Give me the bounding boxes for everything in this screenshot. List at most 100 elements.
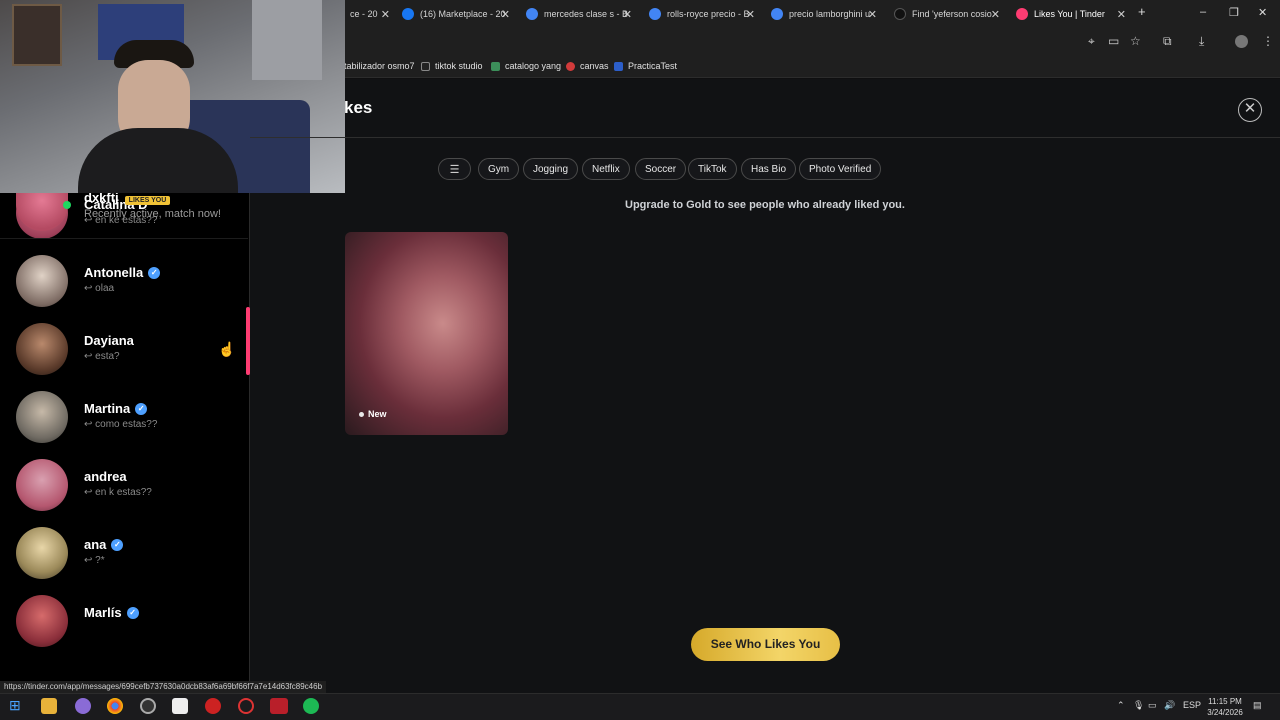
divider xyxy=(250,137,1280,138)
maximize-button[interactable]: ❐ xyxy=(1229,6,1239,19)
close-tab-icon[interactable]: ✕ xyxy=(501,8,510,21)
filter-chip-gym[interactable]: Gym xyxy=(478,158,520,180)
browser-tab[interactable]: (16) Marketplace - 20 ✕ xyxy=(402,4,510,24)
location-icon[interactable]: ⌖ xyxy=(1088,34,1095,49)
tab-label: (16) Marketplace - 20 xyxy=(420,9,506,19)
bookmark-item[interactable]: canvas xyxy=(566,61,609,71)
windows-start-icon[interactable]: ⊞ xyxy=(9,697,25,713)
scrollbar-thumb[interactable] xyxy=(246,307,250,375)
status-url: https://tinder.com/app/messages/699cefb7… xyxy=(0,681,327,693)
tab-label: rolls-royce precio - B xyxy=(667,9,750,19)
filter-chip-netflix[interactable]: Netflix xyxy=(582,158,630,180)
message-item[interactable]: Dayiana ↩ esta? xyxy=(0,315,248,383)
app-icon[interactable] xyxy=(205,698,221,714)
message-name: Marlís ✓ xyxy=(84,605,139,620)
clock-time: 11:15 PM xyxy=(1208,697,1242,706)
filter-chip-jogging[interactable]: Jogging xyxy=(523,158,579,180)
microphone-icon[interactable]: 🎙 xyxy=(1133,700,1144,711)
cast-icon[interactable]: ▭ xyxy=(1108,34,1119,48)
see-who-likes-you-button[interactable]: See Who Likes You xyxy=(691,628,840,661)
taskbar xyxy=(0,693,1280,720)
tab-label: mercedes clase s - B xyxy=(544,9,629,19)
sliders-icon: ☰ xyxy=(449,163,460,176)
close-tab-icon[interactable]: ✕ xyxy=(991,8,1000,21)
message-name: Antonella ✓ xyxy=(84,265,161,280)
bookmark-label: tabilizador osmo7 xyxy=(344,61,415,71)
filter-settings-button[interactable]: ☰ xyxy=(438,158,471,180)
close-tab-icon[interactable]: ✕ xyxy=(623,8,632,21)
opera-icon[interactable] xyxy=(238,698,254,714)
verified-icon: ✓ xyxy=(111,538,124,551)
google-icon xyxy=(649,8,661,20)
message-preview: ↩ en k estas?? xyxy=(84,487,152,498)
link-icon xyxy=(491,61,500,71)
bookmark-label: PracticaTest xyxy=(628,61,678,71)
divider xyxy=(0,238,248,239)
browser-tab[interactable]: precio lamborghini u ✕ xyxy=(771,4,877,24)
message-item[interactable]: Marlís ✓ xyxy=(0,587,248,655)
star-icon[interactable]: ☆ xyxy=(1130,34,1141,48)
close-tab-icon[interactable]: ✕ xyxy=(746,8,755,21)
online-indicator xyxy=(63,201,71,209)
close-tab-icon[interactable]: ✕ xyxy=(1117,8,1126,21)
message-preview: ↩ esta? xyxy=(84,351,120,362)
avatar xyxy=(16,459,68,511)
message-name: Dayiana xyxy=(84,333,134,348)
clock[interactable]: 11:15 PM 3/24/2026 xyxy=(1200,696,1250,718)
notification-icon[interactable]: ▤ xyxy=(1253,700,1262,711)
download-icon[interactable]: ⤓ xyxy=(1199,34,1204,49)
tab-label: Likes You | Tinder xyxy=(1034,9,1105,19)
bookmark-item[interactable]: PracticaTest xyxy=(614,61,677,71)
browser-tab-active[interactable]: Likes You | Tinder ✕ xyxy=(1016,4,1126,24)
browser-tab[interactable]: Find 'yeferson cosio ✕ xyxy=(894,4,1000,24)
browser-tab[interactable]: rolls-royce precio - B ✕ xyxy=(649,4,755,24)
extensions-icon[interactable]: ⧉ xyxy=(1163,34,1172,49)
app-icon[interactable] xyxy=(140,698,156,714)
avatar xyxy=(16,391,68,443)
app-icon[interactable] xyxy=(75,698,91,714)
bookmark-item[interactable]: catalogo yang xyxy=(491,61,561,71)
name-text: Dayiana xyxy=(84,333,134,348)
close-tab-icon[interactable]: ✕ xyxy=(868,8,877,21)
bookmark-item[interactable]: tabilizador osmo7 xyxy=(344,61,415,71)
browser-tab[interactable]: ce - 20 ✕ xyxy=(350,4,390,24)
blurred-like-card[interactable] xyxy=(345,232,508,435)
filter-chip-photo-verified[interactable]: Photo Verified xyxy=(799,158,882,180)
capcut-icon[interactable] xyxy=(172,698,188,714)
menu-icon[interactable]: ⋮ xyxy=(1262,34,1274,48)
close-tab-icon[interactable]: ✕ xyxy=(381,8,390,21)
minimize-button[interactable]: – xyxy=(1200,6,1206,18)
message-item[interactable]: andrea ↩ en k estas?? xyxy=(0,451,248,519)
dot-icon xyxy=(359,411,364,417)
poster-image xyxy=(12,4,62,66)
file-explorer-icon[interactable] xyxy=(41,698,57,714)
avatar xyxy=(16,323,68,375)
filter-chip-has-bio[interactable]: Has Bio xyxy=(741,158,797,180)
filter-chip-tiktok[interactable]: TikTok xyxy=(688,158,737,180)
filter-chip-soccer[interactable]: Soccer xyxy=(635,158,687,180)
profile-avatar[interactable] xyxy=(1235,35,1248,48)
name-text: Martina xyxy=(84,401,131,416)
spotify-icon[interactable] xyxy=(303,698,319,714)
new-tab-button[interactable]: + xyxy=(1138,4,1146,19)
message-item[interactable]: Martina ✓ ↩ como estas?? xyxy=(0,383,248,451)
name-text: Antonella xyxy=(84,265,144,280)
close-window-button[interactable]: ✕ xyxy=(1258,6,1267,19)
video-editor-icon[interactable] xyxy=(270,698,288,714)
message-item[interactable]: Antonella ✓ ↩ olaa xyxy=(0,247,248,315)
volume-icon[interactable]: 🔊 xyxy=(1164,700,1175,711)
avatar xyxy=(16,255,68,307)
name-text: Marlís xyxy=(84,605,122,620)
close-icon[interactable]: ✕ xyxy=(1238,98,1262,122)
chrome-icon[interactable] xyxy=(107,698,123,714)
bookmark-item[interactable]: tiktok studio xyxy=(421,61,483,71)
verified-icon: ✓ xyxy=(135,402,148,415)
browser-tab[interactable]: mercedes clase s - B ✕ xyxy=(526,4,632,24)
webcam-overlay xyxy=(0,0,345,193)
message-item[interactable]: ana ✓ ↩ ?* xyxy=(0,519,248,587)
language-indicator[interactable]: ESP xyxy=(1183,700,1201,710)
chevron-up-icon[interactable]: ⌃ xyxy=(1117,700,1125,711)
network-icon[interactable]: ▭ xyxy=(1148,700,1157,711)
tiktok-icon xyxy=(421,61,430,71)
bookmark-label: catalogo yang xyxy=(505,61,562,71)
